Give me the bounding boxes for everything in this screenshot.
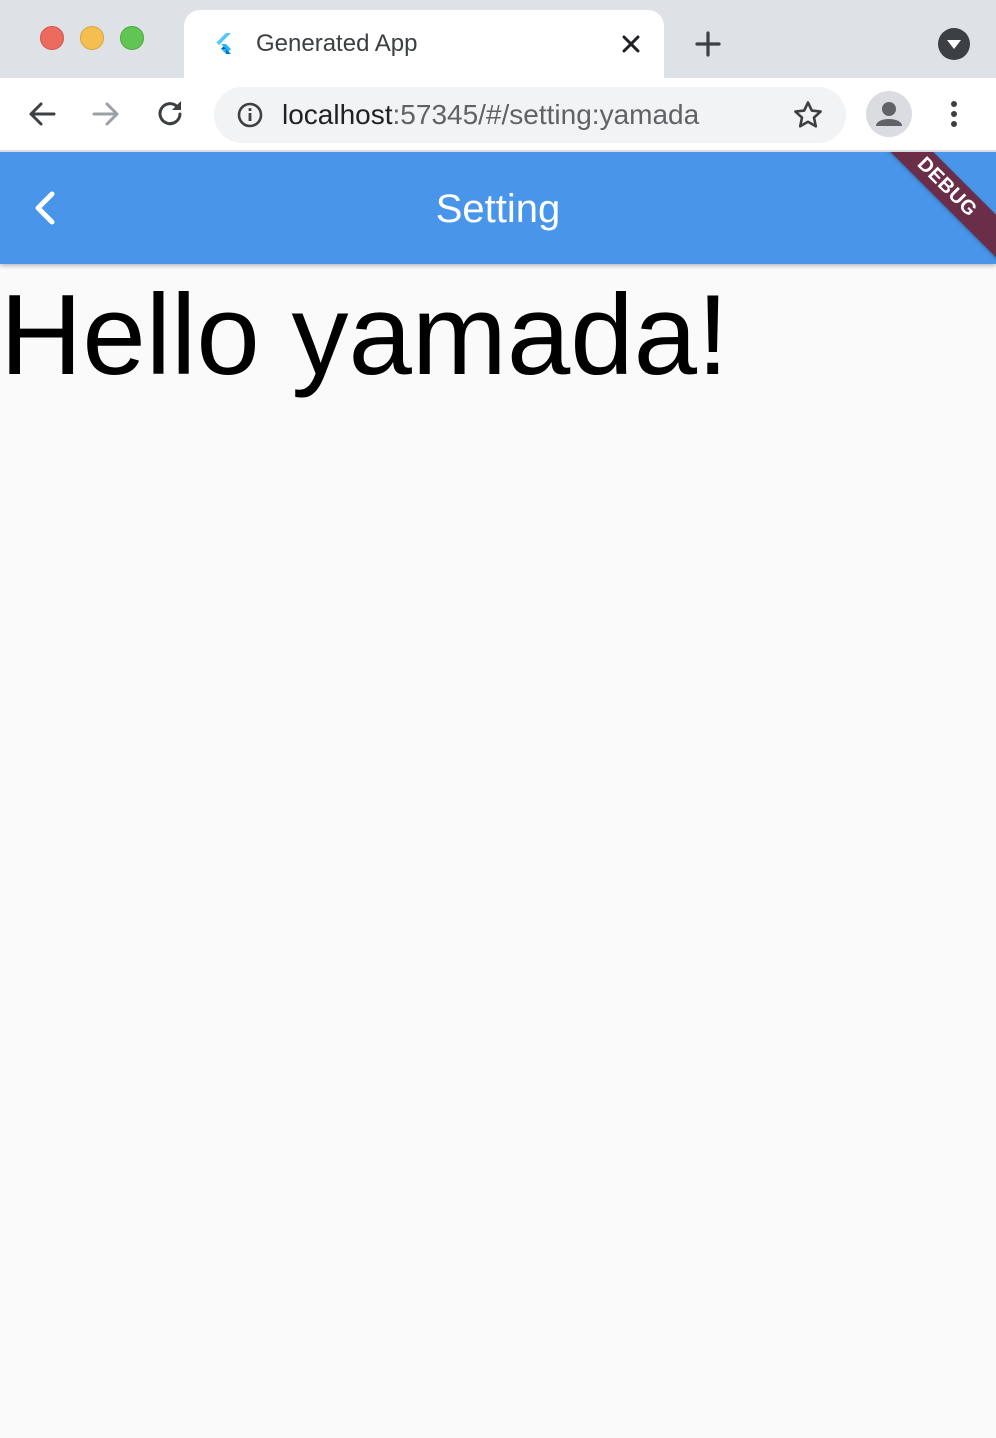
star-icon[interactable]: [792, 99, 824, 131]
url-path: :57345/#/setting:yamada: [392, 99, 700, 130]
window-minimize-button[interactable]: [80, 26, 104, 50]
arrow-left-icon[interactable]: [24, 96, 60, 132]
window-close-button[interactable]: [40, 26, 64, 50]
close-icon[interactable]: [618, 31, 644, 57]
browser-toolbar: localhost:57345/#/setting:yamada: [0, 78, 996, 152]
url-text[interactable]: localhost:57345/#/setting:yamada: [282, 100, 699, 130]
tab-strip: Generated App: [0, 0, 996, 78]
profile-button[interactable]: [866, 91, 912, 137]
url-host: localhost: [282, 99, 393, 130]
window-maximize-button[interactable]: [120, 26, 144, 50]
person-icon: [876, 102, 902, 126]
flutter-icon: [216, 33, 231, 54]
info-icon[interactable]: [236, 101, 264, 129]
tab-title: Generated App: [256, 30, 418, 57]
tab-search-button[interactable]: [938, 28, 970, 60]
kebab-icon[interactable]: [938, 98, 970, 130]
browser-tab[interactable]: Generated App: [184, 10, 664, 78]
chevron-left-icon[interactable]: [18, 182, 70, 234]
app-bar: Setting: [0, 152, 996, 264]
greeting-text: Hello yamada!: [0, 272, 729, 399]
address-bar[interactable]: localhost:57345/#/setting:yamada: [214, 87, 846, 143]
arrow-right-icon[interactable]: [88, 96, 124, 132]
page-title: Setting: [435, 187, 561, 231]
app-viewport: Setting DEBUG Hello yamada!: [0, 152, 996, 1438]
chevron-down-icon: [947, 40, 961, 49]
reload-icon[interactable]: [152, 96, 188, 132]
plus-icon[interactable]: [692, 28, 724, 60]
